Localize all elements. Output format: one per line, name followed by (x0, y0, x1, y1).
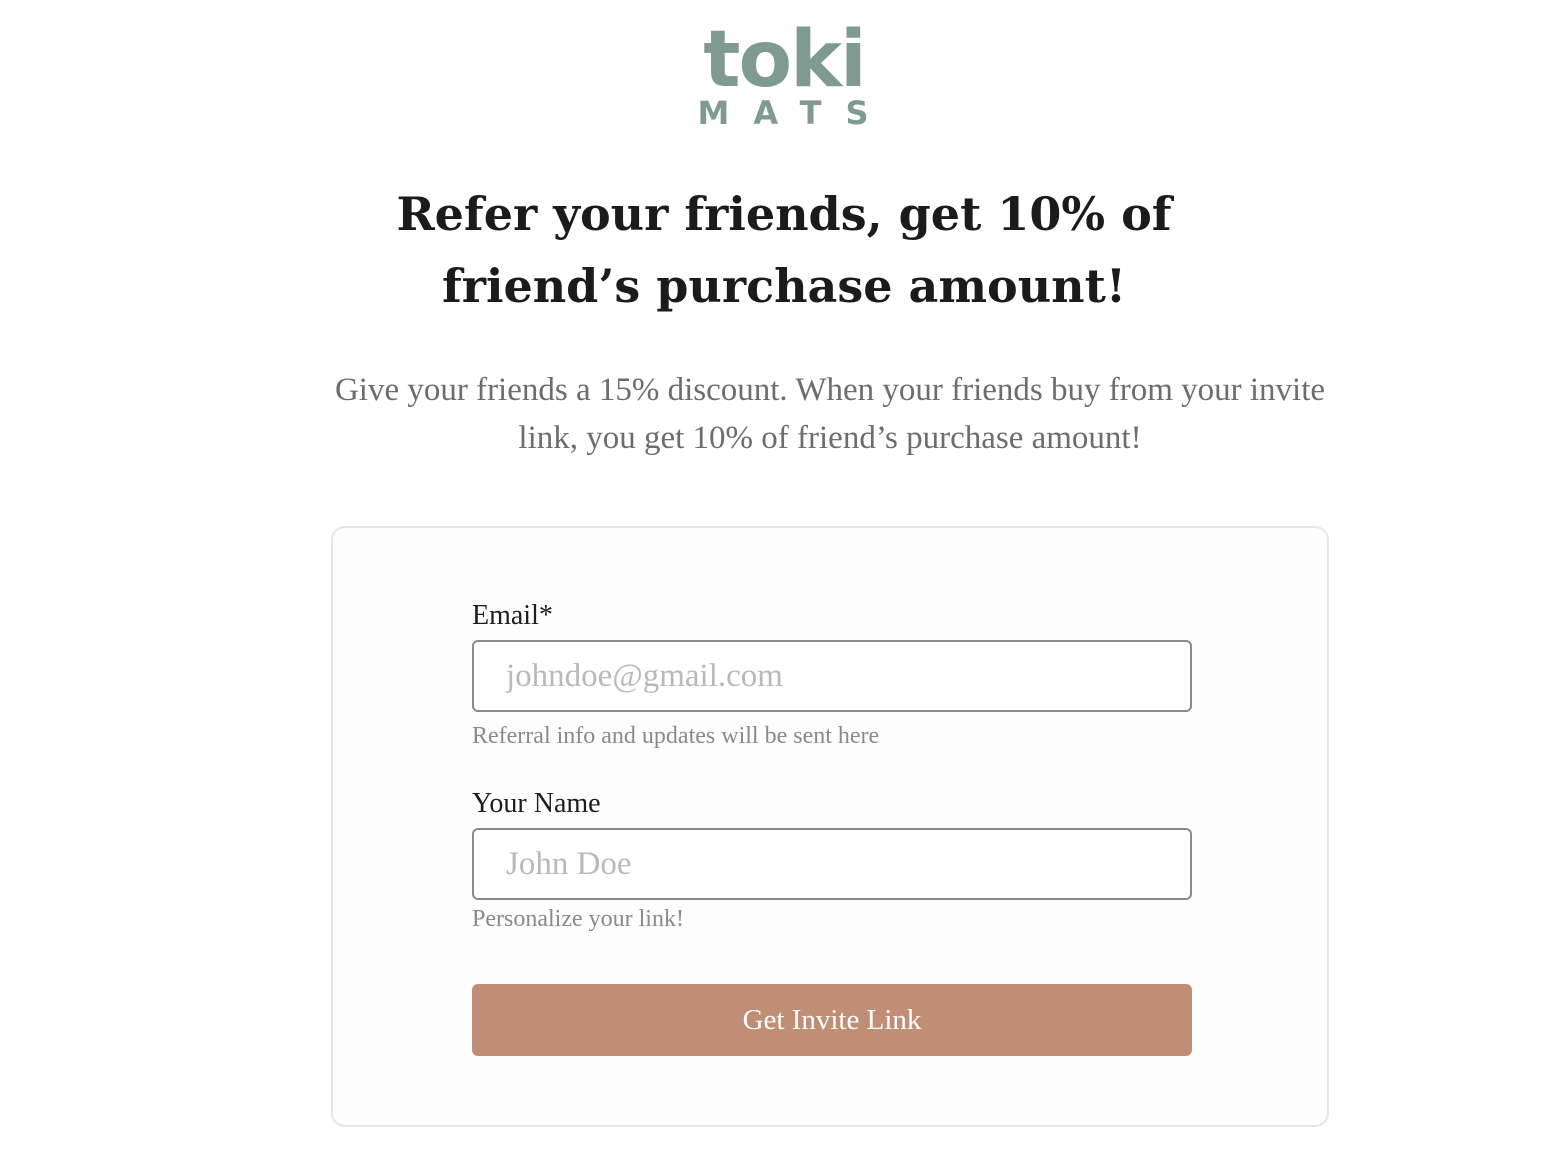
name-field[interactable] (472, 828, 1192, 900)
page-description: Give your friends a 15% discount. When y… (334, 372, 1326, 456)
name-label: Your Name (472, 788, 601, 819)
page-title: Refer your friends, get 10% of friend’s … (396, 187, 1172, 313)
referral-form-card: Email* Referral info and updates will be… (331, 526, 1329, 1127)
brand-logo: toki MATS (0, 15, 1568, 132)
name-hint: Personalize your link! (472, 906, 684, 932)
email-label: Email* (472, 600, 553, 631)
email-hint: Referral info and updates will be sent h… (472, 723, 880, 749)
get-invite-link-button[interactable]: Get Invite Link (472, 984, 1192, 1056)
logo-subword: MATS (697, 94, 893, 132)
logo-word: toki (703, 15, 866, 105)
email-field[interactable] (472, 640, 1192, 712)
